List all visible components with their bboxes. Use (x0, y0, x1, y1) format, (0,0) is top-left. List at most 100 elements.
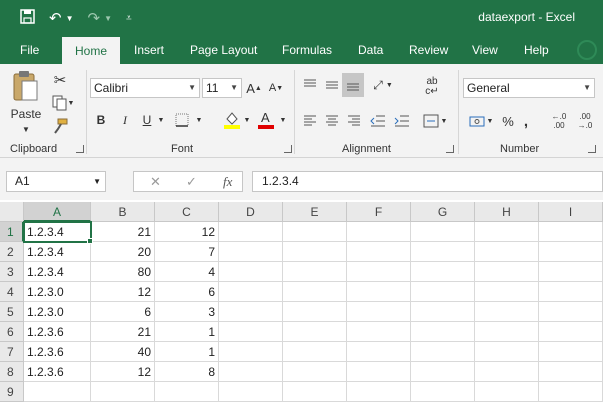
cell-i4[interactable] (539, 282, 603, 302)
cell-b8[interactable]: 12 (91, 362, 155, 382)
cell-b5[interactable]: 6 (91, 302, 155, 322)
cell-h7[interactable] (475, 342, 539, 362)
cell-d9[interactable] (219, 382, 283, 402)
cell-a4[interactable]: 1.2.3.0 (24, 282, 91, 302)
middle-align-icon[interactable] (322, 74, 342, 96)
cell-a8[interactable]: 1.2.3.6 (24, 362, 91, 382)
increase-indent-icon[interactable] (392, 110, 412, 132)
row-header[interactable]: 8 (0, 362, 24, 382)
row-header[interactable]: 2 (0, 242, 24, 262)
fill-color-icon[interactable] (222, 108, 242, 130)
underline-dropdown-icon[interactable]: ▼ (156, 110, 166, 130)
row-header[interactable]: 9 (0, 382, 24, 402)
cell-c7[interactable]: 1 (155, 342, 219, 362)
cell-i6[interactable] (539, 322, 603, 342)
cut-icon[interactable]: ✂ (50, 70, 70, 90)
copy-icon[interactable]: ▼ (50, 93, 76, 113)
cell-d7[interactable] (219, 342, 283, 362)
row-header[interactable]: 1 (0, 222, 24, 242)
cell-e7[interactable] (283, 342, 347, 362)
tab-formulas[interactable]: Formulas (282, 36, 332, 64)
cell-g3[interactable] (411, 262, 475, 282)
cell-g4[interactable] (411, 282, 475, 302)
select-all-corner[interactable] (0, 202, 24, 222)
column-header-d[interactable]: D (219, 202, 283, 222)
cell-i7[interactable] (539, 342, 603, 362)
cell-c8[interactable]: 8 (155, 362, 219, 382)
increase-decimal-icon[interactable]: ←.0.00 (548, 108, 570, 134)
tab-home[interactable]: Home (62, 37, 120, 65)
tab-insert[interactable]: Insert (134, 36, 164, 64)
cell-f6[interactable] (347, 322, 411, 342)
cell-c9[interactable] (155, 382, 219, 402)
paste-icon[interactable] (10, 70, 40, 102)
cell-a3[interactable]: 1.2.3.4 (24, 262, 91, 282)
tab-data[interactable]: Data (358, 36, 383, 64)
tell-me-icon[interactable] (577, 40, 597, 60)
cell-f8[interactable] (347, 362, 411, 382)
cell-d2[interactable] (219, 242, 283, 262)
top-align-icon[interactable] (300, 74, 320, 96)
cell-e1[interactable] (283, 222, 347, 242)
formula-input[interactable]: 1.2.3.4 (252, 171, 603, 192)
cell-c5[interactable]: 3 (155, 302, 219, 322)
cell-b3[interactable]: 80 (91, 262, 155, 282)
clipboard-launcher-icon[interactable] (76, 145, 84, 153)
increase-font-icon[interactable]: A ▲ (246, 78, 262, 98)
cell-e9[interactable] (283, 382, 347, 402)
cell-i3[interactable] (539, 262, 603, 282)
orientation-icon[interactable]: ⤢ ▼ (368, 74, 398, 96)
cell-i8[interactable] (539, 362, 603, 382)
cell-c6[interactable]: 1 (155, 322, 219, 342)
row-header[interactable]: 6 (0, 322, 24, 342)
cell-g9[interactable] (411, 382, 475, 402)
name-box[interactable]: A1 ▼ (6, 171, 106, 192)
cell-h9[interactable] (475, 382, 539, 402)
cell-a2[interactable]: 1.2.3.4 (24, 242, 91, 262)
cell-i9[interactable] (539, 382, 603, 402)
merge-center-icon[interactable]: ▼ (420, 110, 450, 132)
borders-icon[interactable] (172, 110, 192, 130)
cell-g2[interactable] (411, 242, 475, 262)
tab-view[interactable]: View (472, 36, 498, 64)
format-painter-icon[interactable] (50, 116, 70, 136)
cell-f3[interactable] (347, 262, 411, 282)
column-header-f[interactable]: F (347, 202, 411, 222)
row-header[interactable]: 3 (0, 262, 24, 282)
cell-b7[interactable]: 40 (91, 342, 155, 362)
cell-i1[interactable] (539, 222, 603, 242)
font-color-icon[interactable]: A (256, 108, 276, 130)
cell-e8[interactable] (283, 362, 347, 382)
cell-e6[interactable] (283, 322, 347, 342)
cell-c1[interactable]: 12 (155, 222, 219, 242)
borders-dropdown-icon[interactable]: ▼ (194, 110, 204, 130)
cell-d3[interactable] (219, 262, 283, 282)
tab-page-layout[interactable]: Page Layout (190, 36, 257, 64)
cell-b9[interactable] (91, 382, 155, 402)
underline-button[interactable]: U (140, 110, 154, 130)
cell-d5[interactable] (219, 302, 283, 322)
column-header-e[interactable]: E (283, 202, 347, 222)
tab-help[interactable]: Help (524, 36, 549, 64)
alignment-launcher-icon[interactable] (446, 145, 454, 153)
cell-a7[interactable]: 1.2.3.6 (24, 342, 91, 362)
cell-g6[interactable] (411, 322, 475, 342)
cell-h6[interactable] (475, 322, 539, 342)
column-header-i[interactable]: I (539, 202, 603, 222)
row-header[interactable]: 4 (0, 282, 24, 302)
cell-h8[interactable] (475, 362, 539, 382)
cell-h1[interactable] (475, 222, 539, 242)
align-left-icon[interactable] (300, 110, 320, 132)
cell-i2[interactable] (539, 242, 603, 262)
column-header-b[interactable]: B (91, 202, 155, 222)
column-header-c[interactable]: C (155, 202, 219, 222)
cell-g1[interactable] (411, 222, 475, 242)
cell-g8[interactable] (411, 362, 475, 382)
cell-d8[interactable] (219, 362, 283, 382)
decrease-font-icon[interactable]: A ▼ (268, 78, 284, 98)
italic-button[interactable]: I (118, 110, 132, 130)
cell-f4[interactable] (347, 282, 411, 302)
cell-h3[interactable] (475, 262, 539, 282)
paste-dropdown-icon[interactable]: ▼ (18, 124, 34, 134)
font-launcher-icon[interactable] (284, 145, 292, 153)
